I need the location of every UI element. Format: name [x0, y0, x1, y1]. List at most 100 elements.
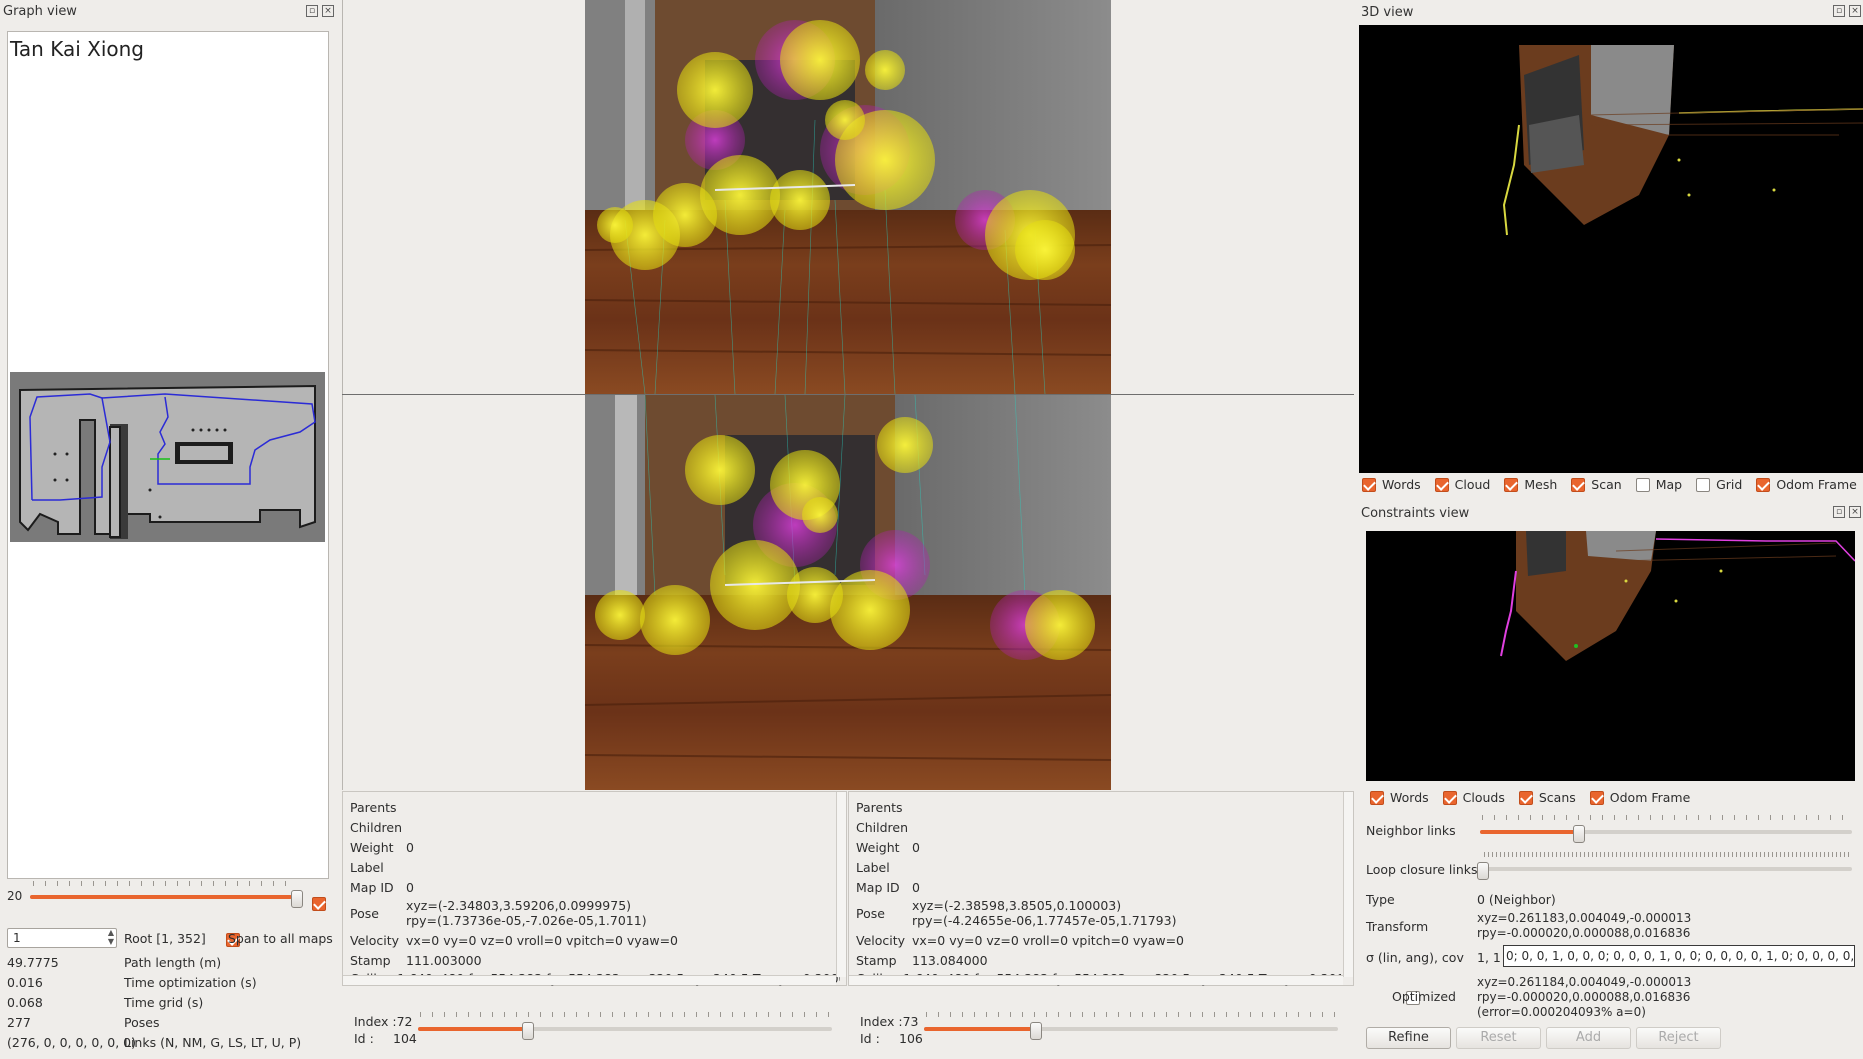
neighbor-links-label: Neighbor links	[1366, 823, 1456, 838]
node-info-right-hscroll[interactable]	[849, 975, 1343, 985]
stat-poses-label: Poses	[124, 1015, 160, 1030]
pose-rpy: rpy=(1.73736e-05,-7.026e-05,1.7011)	[406, 913, 647, 928]
graph-slider[interactable]	[30, 895, 298, 899]
refine-button[interactable]: Refine	[1366, 1027, 1451, 1049]
id-label-right: Id :	[860, 1031, 880, 1046]
grid-checkbox[interactable]	[1696, 477, 1711, 492]
reset-button[interactable]: Reset	[1456, 1027, 1541, 1049]
map-id-key: Map ID	[350, 880, 394, 895]
graph-label-text: Tan Kai Xiong	[10, 37, 144, 61]
scan-checkbox[interactable]	[1571, 477, 1586, 492]
view3d-title: 3D view	[1361, 5, 1414, 20]
float-icon[interactable]: ▫	[306, 5, 318, 17]
mesh-checkbox[interactable]	[1504, 477, 1519, 492]
node-info-left: Parents Children Weight 0 Label Map ID 0…	[342, 791, 847, 986]
graph-slider-checkbox[interactable]	[312, 896, 326, 911]
top-camera-image[interactable]	[585, 0, 1111, 394]
weight-key: Weight	[350, 840, 394, 855]
neighbor-links-slider-handle[interactable]	[1573, 825, 1585, 843]
words-checkbox[interactable]	[1362, 477, 1376, 492]
graph-view-title: Graph view	[3, 4, 77, 19]
velocity-value: vx=0 vy=0 vz=0 vroll=0 vpitch=0 vyaw=0	[406, 933, 679, 948]
float-icon[interactable]: ▫	[1833, 506, 1845, 518]
root-label: Root [1, 352]	[124, 931, 206, 946]
loop-closure-slider-handle[interactable]	[1477, 862, 1489, 880]
c-odom-frame-label: Odom Frame	[1609, 790, 1691, 805]
cloud-checkbox[interactable]	[1434, 477, 1449, 492]
graph-slider-value: 20	[7, 889, 23, 903]
type-value: 0 (Neighbor)	[1477, 892, 1556, 907]
graph-slider-handle[interactable]	[291, 890, 303, 908]
add-button[interactable]: Add	[1546, 1027, 1631, 1049]
index-label-right: Index :73	[860, 1014, 919, 1029]
odom-frame-label: Odom Frame	[1776, 477, 1857, 492]
view3d-dock-buttons: ▫ ×	[1833, 5, 1861, 17]
occupancy-grid-map[interactable]	[10, 372, 325, 542]
stat-time-opt-value: 0.016	[7, 975, 43, 990]
c-odom-frame-checkbox[interactable]	[1589, 790, 1604, 805]
children-key: Children	[350, 820, 403, 835]
slider-ticks-right	[926, 1012, 1338, 1017]
map-id-value: 0	[912, 880, 920, 895]
covariance-field[interactable]: 0; 0, 0, 1, 0, 0, 0; 0, 0, 0, 1, 0, 0; 0…	[1503, 945, 1855, 967]
neighbor-slider-ticks	[1482, 815, 1852, 820]
reject-button[interactable]: Reject	[1636, 1027, 1721, 1049]
map-checkbox[interactable]	[1635, 477, 1650, 492]
close-icon[interactable]: ×	[1849, 5, 1861, 17]
neighbor-links-slider-fill	[1480, 830, 1580, 834]
bottom-camera-image[interactable]	[585, 395, 1111, 790]
parents-key: Parents	[856, 800, 903, 815]
spin-arrows-icon[interactable]: ▲ ▼	[108, 928, 114, 946]
view3d-checks: Words Cloud Mesh Scan Map Grid Odom Fram…	[1362, 477, 1857, 492]
odom-frame-checkbox[interactable]	[1756, 477, 1771, 492]
index-slider-left[interactable]	[418, 1027, 832, 1031]
slider-ticks-left	[420, 1012, 832, 1017]
close-icon[interactable]: ×	[322, 5, 334, 17]
float-icon[interactable]: ▫	[1833, 5, 1845, 17]
type-key: Type	[1366, 892, 1395, 907]
node-info-right-vscroll[interactable]	[1343, 792, 1353, 977]
stat-poses-value: 277	[7, 1015, 31, 1030]
stat-path-length-value: 49.7775	[7, 955, 59, 970]
index-slider-left-fill	[418, 1027, 528, 1031]
parents-key: Parents	[350, 800, 397, 815]
node-info-right: Parents Children Weight 0 Label Map ID 0…	[848, 791, 1354, 986]
optimized-rpy: rpy=-0.000020,0.000088,0.016836	[1477, 990, 1691, 1004]
c-scans-checkbox[interactable]	[1518, 790, 1533, 805]
index-slider-right-handle[interactable]	[1030, 1022, 1042, 1040]
c-words-checkbox[interactable]	[1370, 790, 1384, 805]
c-clouds-checkbox[interactable]	[1442, 790, 1457, 805]
children-key: Children	[856, 820, 909, 835]
stat-time-grid-value: 0.068	[7, 995, 43, 1010]
view3d-canvas[interactable]	[1359, 25, 1863, 473]
sigma-key: σ (lin, ang), cov	[1366, 950, 1464, 965]
node-info-left-vscroll[interactable]	[836, 792, 846, 977]
graph-slider-ticks	[33, 881, 295, 886]
optimized-xyz: xyz=0.261184,0.004049,-0.000013	[1477, 975, 1692, 989]
index-slider-right-fill	[924, 1027, 1036, 1031]
stamp-key: Stamp	[350, 953, 391, 968]
close-icon[interactable]: ×	[1849, 506, 1861, 518]
loop-closure-slider[interactable]	[1480, 867, 1852, 871]
stat-time-opt-label: Time optimization (s)	[124, 975, 257, 990]
graph-view-dock-buttons: ▫ ×	[306, 5, 334, 17]
pose-xyz: xyz=(-2.38598,3.8505,0.100003)	[912, 898, 1122, 913]
covariance-value: 0; 0, 0, 1, 0, 0, 0; 0, 0, 0, 1, 0, 0; 0…	[1506, 949, 1855, 963]
node-info-left-hscroll[interactable]	[343, 975, 836, 985]
graph-canvas[interactable]: Tan Kai Xiong	[7, 31, 329, 879]
id-value-left: 104	[393, 1031, 417, 1046]
loop-slider-ticks	[1484, 852, 1852, 857]
stat-links-value: (276, 0, 0, 0, 0, 0, 0)	[7, 1035, 137, 1050]
root-spinbox-value: 1	[13, 931, 21, 945]
map-id-key: Map ID	[856, 880, 900, 895]
label-key: Label	[350, 860, 384, 875]
span-all-maps-label: Span to all maps	[228, 931, 333, 946]
transform-key: Transform	[1366, 919, 1429, 934]
index-slider-right[interactable]	[924, 1027, 1338, 1031]
id-label-left: Id :	[354, 1031, 374, 1046]
stat-time-grid-label: Time grid (s)	[124, 995, 204, 1010]
neighbor-links-slider[interactable]	[1480, 830, 1852, 834]
constraints-canvas[interactable]	[1366, 531, 1855, 781]
index-slider-left-handle[interactable]	[522, 1022, 534, 1040]
root-spinbox[interactable]: 1 ▲ ▼	[7, 928, 117, 948]
